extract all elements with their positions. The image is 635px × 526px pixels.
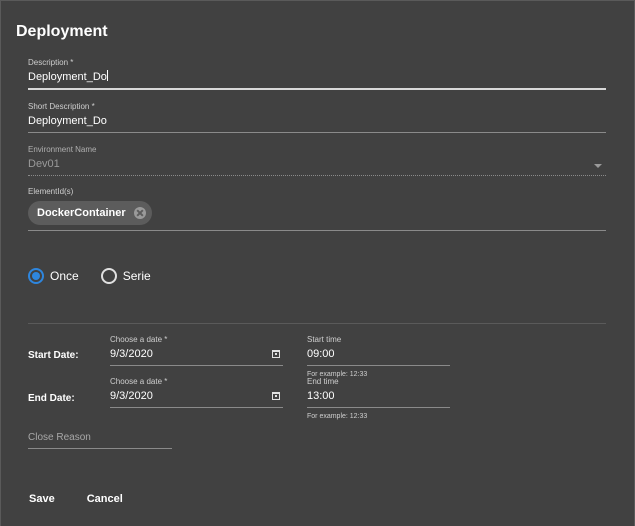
text-cursor bbox=[106, 70, 108, 81]
dialog-actions: Save Cancel bbox=[29, 493, 155, 505]
start-date-input[interactable]: 9/3/2020 bbox=[110, 346, 283, 362]
environment-underline bbox=[28, 175, 606, 176]
dialog-title: Deployment bbox=[16, 23, 108, 40]
end-date-row-label: End Date: bbox=[28, 393, 75, 404]
radio-serie[interactable]: Serie bbox=[100, 268, 151, 284]
start-date-underline bbox=[110, 365, 283, 366]
element-ids-label: ElementId(s) bbox=[28, 187, 74, 196]
start-date-field[interactable]: Choose a date * 9/3/2020 bbox=[110, 335, 283, 366]
description-input[interactable]: Deployment_Do bbox=[28, 69, 606, 85]
end-time-underline bbox=[307, 407, 450, 408]
description-field[interactable]: Description * Deployment_Do bbox=[28, 58, 606, 90]
end-time-input[interactable]: 13:00 bbox=[307, 388, 450, 404]
short-description-input[interactable]: Deployment_Do bbox=[28, 113, 606, 129]
end-date-field[interactable]: Choose a date * 9/3/2020 bbox=[110, 377, 283, 408]
radio-once[interactable]: Once bbox=[28, 268, 79, 284]
cancel-button[interactable]: Cancel bbox=[87, 493, 123, 505]
start-time-field[interactable]: Start time 09:00 For example: 12:33 bbox=[307, 335, 450, 378]
end-date-input[interactable]: 9/3/2020 bbox=[110, 388, 283, 404]
environment-label: Environment Name bbox=[28, 145, 97, 154]
end-time-hint: For example: 12:33 bbox=[307, 413, 368, 420]
element-ids-underline bbox=[28, 230, 606, 231]
start-date-row-label: Start Date: bbox=[28, 350, 79, 361]
end-time-label: End time bbox=[307, 377, 339, 386]
chip-docker-container: DockerContainer bbox=[28, 201, 152, 225]
radio-serie-label: Serie bbox=[122, 269, 151, 283]
end-date-underline bbox=[110, 407, 283, 408]
close-circle-icon[interactable] bbox=[133, 207, 146, 219]
environment-value: Dev01 bbox=[28, 158, 60, 170]
calendar-icon[interactable] bbox=[272, 392, 280, 400]
radio-once-label: Once bbox=[50, 269, 79, 283]
short-description-underline bbox=[28, 132, 606, 133]
element-ids-field[interactable]: ElementId(s) DockerContainer bbox=[28, 187, 606, 231]
environment-select[interactable]: Environment Name Dev01 bbox=[28, 145, 606, 176]
deployment-dialog: Deployment Description * Deployment_Do S… bbox=[0, 0, 635, 526]
chevron-down-icon[interactable] bbox=[594, 164, 602, 168]
section-divider bbox=[28, 323, 606, 324]
radio-unchecked-icon[interactable] bbox=[100, 268, 117, 284]
save-button[interactable]: Save bbox=[29, 493, 55, 505]
schedule-radio-group: Once Serie bbox=[28, 268, 173, 284]
start-time-label: Start time bbox=[307, 335, 342, 344]
calendar-icon[interactable] bbox=[272, 350, 280, 358]
close-reason-input[interactable]: Close Reason bbox=[28, 431, 172, 445]
close-reason-underline bbox=[28, 448, 172, 449]
close-reason-field[interactable]: Close Reason bbox=[28, 431, 172, 449]
description-label: Description * bbox=[28, 58, 74, 67]
start-time-input[interactable]: 09:00 bbox=[307, 346, 450, 362]
end-date-label: Choose a date * bbox=[110, 377, 168, 386]
chip-label: DockerContainer bbox=[37, 207, 126, 219]
short-description-label: Short Description * bbox=[28, 102, 95, 111]
short-description-field[interactable]: Short Description * Deployment_Do bbox=[28, 102, 606, 133]
start-time-underline bbox=[307, 365, 450, 366]
radio-checked-icon[interactable] bbox=[28, 268, 44, 284]
end-time-field[interactable]: End time 13:00 For example: 12:33 bbox=[307, 377, 450, 420]
start-date-label: Choose a date * bbox=[110, 335, 168, 344]
description-underline bbox=[28, 88, 606, 90]
